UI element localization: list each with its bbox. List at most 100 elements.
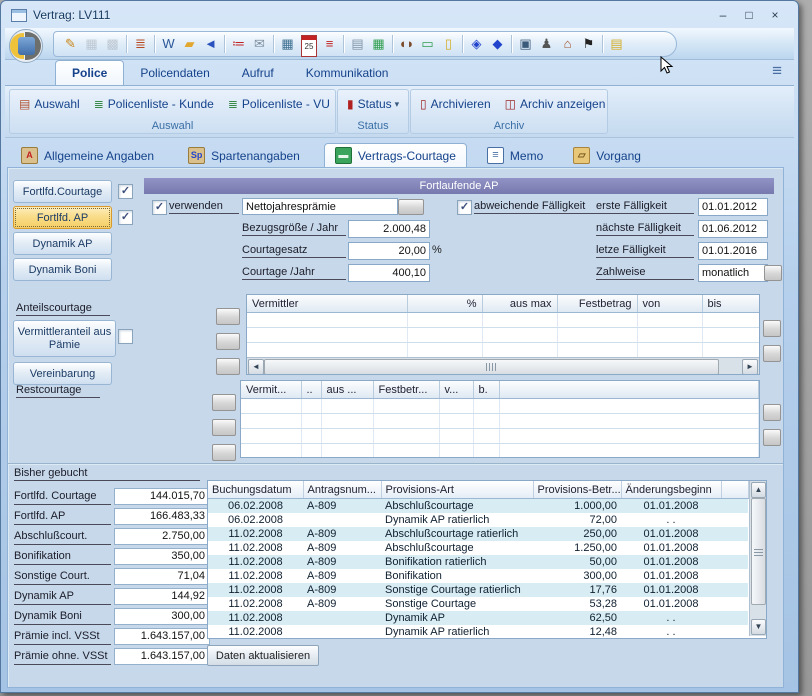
home-icon[interactable]: ⌂ bbox=[557, 33, 578, 55]
subtab-vertrags-courtage[interactable]: ▬ Vertrags-Courtage bbox=[324, 143, 467, 167]
anteil-up-button[interactable] bbox=[763, 320, 781, 337]
scrollbar-thumb[interactable] bbox=[751, 498, 766, 605]
scroll-right-icon[interactable]: ► bbox=[742, 359, 758, 375]
flag-icon[interactable]: ⚑ bbox=[578, 33, 599, 55]
naechste-faelligkeit-value[interactable]: 01.06.2012 bbox=[698, 220, 768, 238]
form-icon[interactable]: ▦ bbox=[368, 33, 389, 55]
vermittleranteil-checkbox[interactable] bbox=[118, 329, 133, 344]
subtab-allgemeine-angaben[interactable]: A Allgemeine Angaben bbox=[11, 144, 164, 167]
basis-input[interactable] bbox=[242, 198, 398, 215]
tab-aufruf[interactable]: Aufruf bbox=[226, 61, 290, 85]
booking-row[interactable]: 11.02.2008Dynamik AP62,50. . bbox=[208, 611, 748, 625]
column-header-aenderungsbeginn[interactable]: Änderungsbeginn bbox=[621, 481, 721, 499]
calendar-list-icon[interactable]: ≡ bbox=[319, 33, 340, 55]
archiv-anzeigen-button[interactable]: ◫ Archiv anzeigen bbox=[498, 92, 613, 116]
close-button[interactable]: × bbox=[762, 7, 788, 24]
menu-icon[interactable]: ≡ bbox=[772, 61, 782, 81]
booking-row[interactable]: 06.02.2008A-809Abschlußcourtage1.000,000… bbox=[208, 499, 748, 514]
back-icon[interactable]: ◄ bbox=[200, 33, 221, 55]
column-header-provisions-art[interactable]: Provisions-Art bbox=[381, 481, 533, 499]
booking-row[interactable]: 11.02.2008A-809Abschlußcourtage ratierli… bbox=[208, 527, 748, 541]
titlebar[interactable]: Vertrag: LV111 – □ × bbox=[5, 4, 794, 27]
calendar-day-icon[interactable]: 25 bbox=[298, 33, 319, 55]
abweichende-faelligkeit-checkbox[interactable] bbox=[457, 200, 472, 215]
table-row[interactable] bbox=[241, 414, 759, 429]
booking-row[interactable]: 06.02.2008Dynamik AP ratierlich72,00. . bbox=[208, 513, 748, 527]
delete-icon[interactable]: ▩ bbox=[102, 33, 123, 55]
column-header-buchungsdatum[interactable]: Buchungsdatum bbox=[208, 481, 303, 499]
scroll-left-icon[interactable]: ◄ bbox=[248, 359, 264, 375]
booking-row[interactable]: 11.02.2008A-809Bonifikation300,0001.01.2… bbox=[208, 569, 748, 583]
subtab-spartenangaben[interactable]: Sp Spartenangaben bbox=[178, 144, 310, 167]
archivieren-button[interactable]: ▯ Archivieren bbox=[413, 92, 498, 116]
anteil-add-button[interactable] bbox=[216, 308, 240, 325]
anteil-edit-button[interactable] bbox=[216, 333, 240, 350]
bezug-value[interactable]: 2.000,48 bbox=[348, 220, 430, 238]
scroll-up-icon[interactable]: ▲ bbox=[751, 482, 766, 498]
folder-icon[interactable]: ▰ bbox=[179, 33, 200, 55]
sidebar-button-fortlfd-courtage[interactable]: Fortlfd.Courtage bbox=[13, 180, 112, 203]
media-icon[interactable]: ▦ bbox=[277, 33, 298, 55]
note-icon[interactable]: ▯ bbox=[438, 33, 459, 55]
table-row[interactable] bbox=[247, 328, 759, 343]
rest-edit-button[interactable] bbox=[212, 419, 236, 436]
table-row[interactable] bbox=[241, 399, 759, 414]
tab-police[interactable]: Police bbox=[55, 60, 124, 85]
daten-aktualisieren-button[interactable]: Daten aktualisieren bbox=[207, 645, 319, 666]
diamond-add-icon[interactable]: ◈ bbox=[466, 33, 487, 55]
scrollbar-thumb[interactable] bbox=[264, 359, 719, 375]
subtab-vorgang[interactable]: ▱ Vorgang bbox=[563, 144, 651, 167]
basis-picker-button[interactable] bbox=[398, 199, 424, 215]
booking-row[interactable]: 11.02.2008A-809Abschlußcourtage1.250,000… bbox=[208, 541, 748, 555]
tasklist-icon[interactable]: ≔ bbox=[228, 33, 249, 55]
table-row[interactable] bbox=[241, 444, 759, 459]
policenliste-vu-button[interactable]: ≣ Policenliste - VU bbox=[221, 92, 337, 116]
rest-add-button[interactable] bbox=[212, 394, 236, 411]
booking-row[interactable]: 11.02.2008A-809Sonstige Courtage ratierl… bbox=[208, 583, 748, 597]
table-row[interactable] bbox=[241, 429, 759, 444]
booking-row[interactable]: 11.02.2008A-809Bonifikation ratierlich50… bbox=[208, 555, 748, 569]
anteil-down-button[interactable] bbox=[763, 345, 781, 362]
anteil-delete-button[interactable] bbox=[216, 358, 240, 375]
hierarchy-icon[interactable]: ≣ bbox=[130, 33, 151, 55]
status-button[interactable]: ▮ Status ▾ bbox=[340, 92, 406, 116]
monitor-icon[interactable]: ▣ bbox=[515, 33, 536, 55]
tab-policendaten[interactable]: Policendaten bbox=[124, 61, 225, 85]
sidebar-button-dynamik-boni[interactable]: Dynamik Boni bbox=[13, 258, 112, 281]
sidebar-button-fortlfd-ap[interactable]: Fortlfd. AP bbox=[13, 206, 112, 229]
word-icon[interactable]: W bbox=[158, 33, 179, 55]
verwenden-checkbox[interactable] bbox=[152, 200, 167, 215]
sidebar-button-vereinbarung[interactable]: Vereinbarung bbox=[13, 362, 112, 385]
app-logo-icon[interactable] bbox=[9, 29, 43, 63]
rest-up-button[interactable] bbox=[763, 404, 781, 421]
zahlweise-value[interactable]: monatlich bbox=[698, 264, 768, 282]
rest-down-button[interactable] bbox=[763, 429, 781, 446]
sidebar-button-vermittleranteil[interactable]: Vermittleranteil aus Pämie bbox=[13, 320, 116, 357]
booking-row[interactable]: 11.02.2008Dynamik AP ratierlich12,48. . bbox=[208, 625, 748, 639]
table-row[interactable] bbox=[247, 313, 759, 328]
vertical-scrollbar[interactable]: ▲ ▼ bbox=[749, 481, 766, 636]
minimize-button[interactable]: – bbox=[710, 7, 736, 24]
column-header-provisions-betrag[interactable]: Provisions-Betr... bbox=[533, 481, 621, 499]
column-header-antragsnummer[interactable]: Antragsnum... bbox=[303, 481, 381, 499]
subtab-memo[interactable]: ≡ Memo bbox=[477, 144, 553, 167]
letze-faelligkeit-value[interactable]: 01.01.2016 bbox=[698, 242, 768, 260]
diamond-icon[interactable]: ◆ bbox=[487, 33, 508, 55]
protocol-icon[interactable]: ▤ bbox=[347, 33, 368, 55]
scroll-down-icon[interactable]: ▼ bbox=[751, 619, 766, 635]
edit-icon[interactable]: ✎ bbox=[60, 33, 81, 55]
restore-button[interactable]: □ bbox=[736, 7, 762, 24]
satz-value[interactable]: 20,00 bbox=[348, 242, 430, 260]
erste-faelligkeit-value[interactable]: 01.01.2012 bbox=[698, 198, 768, 216]
booking-row[interactable]: 11.02.2008A-809Sonstige Courtage53,2801.… bbox=[208, 597, 748, 611]
tab-kommunikation[interactable]: Kommunikation bbox=[290, 61, 405, 85]
auswahl-button[interactable]: ▤ Auswahl bbox=[12, 92, 87, 116]
policenliste-kunde-button[interactable]: ≣ Policenliste - Kunde bbox=[87, 92, 221, 116]
rest-delete-button[interactable] bbox=[212, 444, 236, 461]
contacts-icon[interactable]: ◖◗ bbox=[396, 33, 417, 55]
person-icon[interactable]: ♟ bbox=[536, 33, 557, 55]
money-icon[interactable]: ▭ bbox=[417, 33, 438, 55]
table-row[interactable] bbox=[247, 343, 759, 358]
notes-icon[interactable]: ▤ bbox=[606, 33, 627, 55]
fortlfd-ap-checkbox[interactable] bbox=[118, 210, 133, 225]
